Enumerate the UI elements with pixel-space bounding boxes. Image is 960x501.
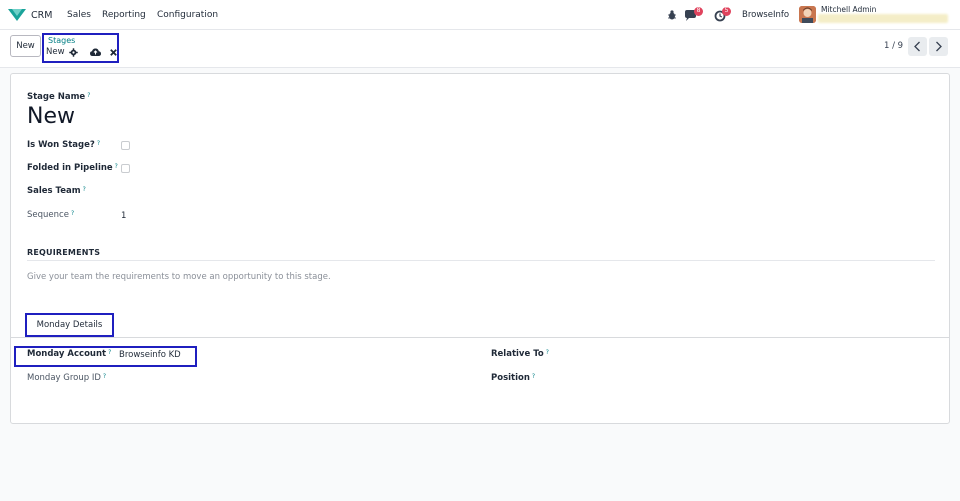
menu-reporting[interactable]: Reporting: [102, 10, 146, 20]
breadcrumb-stages-link[interactable]: Stages: [48, 36, 75, 45]
folded-label-text: Folded in Pipeline: [27, 163, 113, 173]
stage-name-label: Stage Name?: [27, 92, 90, 102]
avatar-image-icon: [799, 6, 816, 23]
activity-badge: 5: [722, 7, 731, 16]
chevron-left-icon: [914, 41, 920, 52]
folded-checkbox[interactable]: [121, 164, 130, 173]
sequence-label-text: Sequence: [27, 210, 69, 220]
company-switcher[interactable]: BrowseInfo: [742, 10, 789, 20]
tab-monday-details[interactable]: Monday Details: [25, 313, 114, 337]
sales-team-label-text: Sales Team: [27, 186, 81, 196]
requirements-divider: [27, 260, 935, 261]
user-avatar[interactable]: [799, 6, 816, 23]
requirements-input[interactable]: Give your team the requirements to move …: [27, 272, 331, 282]
top-navbar: CRM Sales Reporting Configuration 8 5 Br…: [0, 0, 960, 30]
monday-group-label-text: Monday Group ID: [27, 373, 101, 383]
breadcrumb-current: New: [46, 47, 65, 57]
monday-account-label-text: Monday Account: [27, 349, 107, 359]
crm-app-logo-icon[interactable]: [8, 9, 26, 21]
chevron-right-icon: [936, 41, 942, 52]
position-label-text: Position: [491, 373, 530, 383]
sales-team-label: Sales Team?: [27, 186, 86, 196]
control-panel: New Stages New 1 / 9: [0, 30, 960, 68]
sequence-input[interactable]: 1: [121, 211, 126, 221]
stage-name-label-text: Stage Name: [27, 92, 86, 102]
help-tooltip-icon[interactable]: ?: [97, 140, 100, 147]
relative-to-label-text: Relative To: [491, 349, 544, 359]
position-label: Position?: [491, 373, 535, 383]
new-button[interactable]: New: [10, 35, 41, 57]
help-tooltip-icon[interactable]: ?: [546, 349, 549, 356]
gear-icon[interactable]: [69, 48, 78, 57]
is-won-label: Is Won Stage??: [27, 140, 100, 150]
database-name-blurred: [818, 14, 948, 23]
help-tooltip-icon[interactable]: ?: [87, 92, 90, 99]
pager-value[interactable]: 1 / 9: [884, 41, 903, 51]
relative-to-label: Relative To?: [491, 349, 549, 359]
sequence-label: Sequence?: [27, 210, 74, 220]
folded-label: Folded in Pipeline?: [27, 163, 118, 173]
pager-previous-button[interactable]: [908, 37, 927, 56]
help-tooltip-icon[interactable]: ?: [108, 349, 111, 356]
app-name[interactable]: CRM: [31, 10, 52, 21]
is-won-checkbox[interactable]: [121, 141, 130, 150]
monday-account-field[interactable]: Browseinfo KD: [119, 350, 181, 360]
pager-next-button[interactable]: [929, 37, 948, 56]
breadcrumb: Stages New: [42, 33, 119, 63]
tab-divider: [11, 337, 949, 338]
debug-bug-icon[interactable]: [667, 10, 677, 20]
discard-close-icon[interactable]: [109, 48, 118, 57]
save-cloud-icon[interactable]: [90, 48, 101, 57]
help-tooltip-icon[interactable]: ?: [71, 210, 74, 217]
menu-sales[interactable]: Sales: [67, 10, 91, 20]
chat-badge: 8: [694, 7, 703, 16]
is-won-label-text: Is Won Stage?: [27, 140, 95, 150]
help-tooltip-icon[interactable]: ?: [115, 163, 118, 170]
form-sheet: Stage Name? New Is Won Stage?? Folded in…: [10, 73, 950, 424]
monday-group-label: Monday Group ID?: [27, 373, 106, 383]
requirements-title: REQUIREMENTS: [27, 248, 101, 257]
user-name[interactable]: Mitchell Admin: [821, 5, 876, 14]
help-tooltip-icon[interactable]: ?: [83, 186, 86, 193]
help-tooltip-icon[interactable]: ?: [532, 373, 535, 380]
monday-account-label: Monday Account?: [27, 349, 111, 359]
menu-configuration[interactable]: Configuration: [157, 10, 218, 20]
help-tooltip-icon[interactable]: ?: [103, 373, 106, 380]
stage-name-input[interactable]: New: [27, 104, 75, 129]
